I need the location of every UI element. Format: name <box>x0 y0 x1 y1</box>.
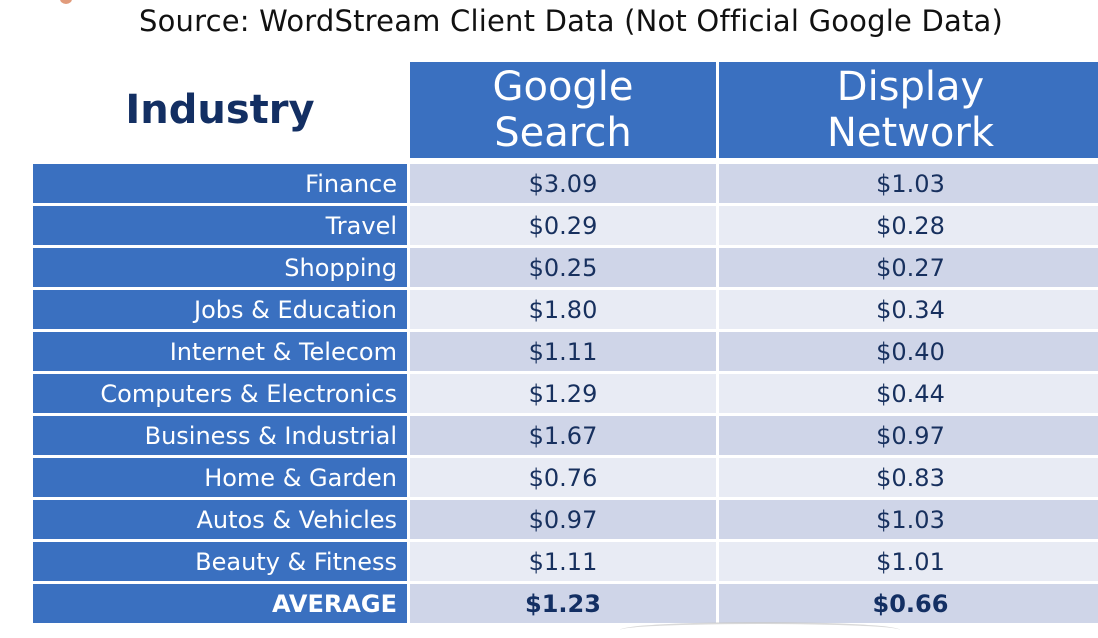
table-row: Computers & Electronics $1.29 $0.44 <box>33 374 1098 413</box>
display-network-cpc-cell: $1.03 <box>719 500 1098 539</box>
google-search-cpc-cell: $1.11 <box>410 332 716 371</box>
table-row: Autos & Vehicles $0.97 $1.03 <box>33 500 1098 539</box>
cpc-table-body: Finance $3.09 $1.03 Travel $0.29 $0.28 S… <box>33 164 1098 626</box>
display-network-cpc-cell: $1.03 <box>719 164 1098 203</box>
display-network-column-header: Display Network <box>719 62 1098 158</box>
industry-cell: Business & Industrial <box>33 416 407 455</box>
display-network-header-line2: Network <box>826 110 994 156</box>
display-network-cpc-cell: $0.44 <box>719 374 1098 413</box>
google-search-cpc-cell: $1.80 <box>410 290 716 329</box>
google-search-cpc-cell: $0.25 <box>410 248 716 287</box>
source-title: Source: WordStream Client Data (Not Offi… <box>138 4 1004 38</box>
table-row: Travel $0.29 $0.28 <box>33 206 1098 245</box>
industry-cell: Finance <box>33 164 407 203</box>
display-network-cpc-cell: $1.01 <box>719 542 1098 581</box>
display-network-cpc-cell: $0.40 <box>719 332 1098 371</box>
google-search-cpc-cell: $1.67 <box>410 416 716 455</box>
average-row: AVERAGE $1.23 $0.66 <box>33 584 1098 623</box>
google-search-cpc-cell: $0.97 <box>410 500 716 539</box>
google-search-cpc-cell: $1.11 <box>410 542 716 581</box>
google-search-cpc-cell: $3.09 <box>410 164 716 203</box>
google-search-average-cell: $1.23 <box>410 584 716 623</box>
table-row: Business & Industrial $1.67 $0.97 <box>33 416 1098 455</box>
display-network-average-cell: $0.66 <box>719 584 1098 623</box>
industry-cell: Travel <box>33 206 407 245</box>
industry-cell: Computers & Electronics <box>33 374 407 413</box>
average-label: AVERAGE <box>33 584 407 623</box>
decorative-shadow <box>620 622 900 638</box>
industry-cell: Shopping <box>33 248 407 287</box>
display-network-cpc-cell: $0.97 <box>719 416 1098 455</box>
table-row: Home & Garden $0.76 $0.83 <box>33 458 1098 497</box>
industry-cell: Beauty & Fitness <box>33 542 407 581</box>
table-row: Finance $3.09 $1.03 <box>33 164 1098 203</box>
table-row: Beauty & Fitness $1.11 $1.01 <box>33 542 1098 581</box>
table-row: Shopping $0.25 $0.27 <box>33 248 1098 287</box>
google-search-header-line2: Search <box>494 110 632 156</box>
table-row: Jobs & Education $1.80 $0.34 <box>33 290 1098 329</box>
display-network-header-line1: Display <box>836 64 985 110</box>
display-network-cpc-cell: $0.27 <box>719 248 1098 287</box>
display-network-cpc-cell: $0.83 <box>719 458 1098 497</box>
google-search-column-header: Google Search <box>410 62 716 158</box>
google-search-cpc-cell: $0.29 <box>410 206 716 245</box>
google-search-cpc-cell: $1.29 <box>410 374 716 413</box>
industry-column-heading: Industry <box>125 87 315 133</box>
table-row: Internet & Telecom $1.11 $0.40 <box>33 332 1098 371</box>
industry-cell: Jobs & Education <box>33 290 407 329</box>
display-network-cpc-cell: $0.34 <box>719 290 1098 329</box>
display-network-cpc-cell: $0.28 <box>719 206 1098 245</box>
industry-cell: Internet & Telecom <box>33 332 407 371</box>
industry-cell: Autos & Vehicles <box>33 500 407 539</box>
industry-cell: Home & Garden <box>33 458 407 497</box>
google-search-header-line1: Google <box>492 64 634 110</box>
google-search-cpc-cell: $0.76 <box>410 458 716 497</box>
